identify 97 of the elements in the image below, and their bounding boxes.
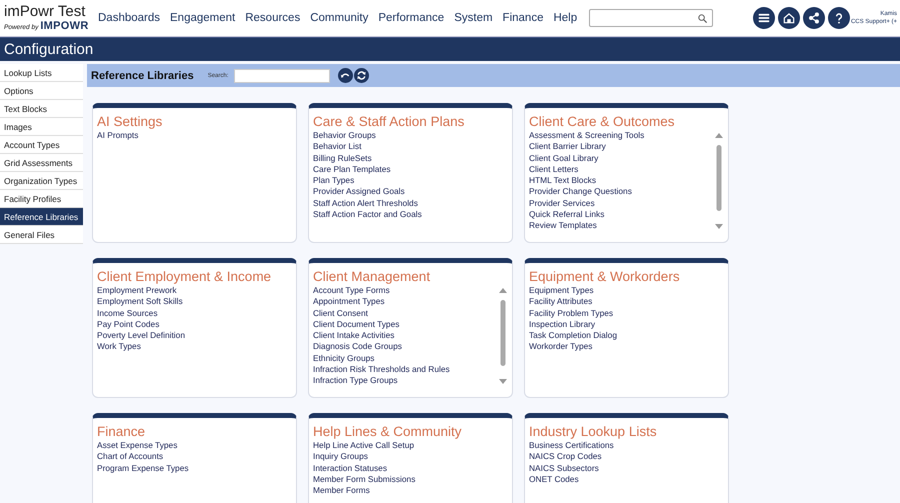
- library-link[interactable]: Member Form Submissions: [313, 474, 508, 486]
- library-link[interactable]: Review Templates: [529, 220, 714, 232]
- card-title: Industry Lookup Lists: [529, 423, 658, 440]
- scrollbar[interactable]: [498, 287, 508, 385]
- scrollbar[interactable]: [714, 132, 724, 230]
- library-link[interactable]: Income Sources: [97, 308, 292, 319]
- library-link[interactable]: Plan Types: [313, 175, 508, 186]
- library-link[interactable]: Staff Action Alert Thresholds: [313, 198, 508, 210]
- refresh-button[interactable]: [354, 68, 370, 83]
- sidebar-item[interactable]: Account Types: [0, 136, 83, 154]
- library-link[interactable]: Provider Services: [529, 198, 714, 210]
- search-icon: [697, 12, 708, 24]
- home-button[interactable]: [778, 7, 800, 29]
- nav-link[interactable]: Resources: [245, 12, 300, 24]
- library-link[interactable]: Employment Soft Skills: [97, 296, 292, 308]
- sidebar-item[interactable]: Options: [0, 82, 83, 100]
- library-link[interactable]: Diagnosis Code Groups: [313, 341, 498, 353]
- sidebar-item[interactable]: Reference Libraries: [0, 208, 83, 226]
- library-link[interactable]: Chart of Accounts: [97, 451, 292, 463]
- library-link[interactable]: Client Goal Library: [529, 152, 714, 164]
- library-link[interactable]: Task Completion Dialog: [529, 330, 724, 342]
- library-link[interactable]: Staff Action Factor and Goals: [313, 209, 508, 220]
- library-link[interactable]: Client Barrier Library: [529, 141, 714, 153]
- library-link[interactable]: Program Expense Types: [97, 462, 292, 474]
- library-link[interactable]: Provider Change Questions: [529, 186, 714, 198]
- library-link[interactable]: Client Consent: [313, 308, 498, 319]
- library-link[interactable]: Appointment Types: [313, 296, 498, 308]
- nav-link[interactable]: Engagement: [170, 12, 236, 24]
- card-title: Client Management: [313, 268, 432, 285]
- library-link[interactable]: Workorder Types: [529, 341, 724, 353]
- card-title: Help Lines & Community: [313, 423, 463, 440]
- library-link[interactable]: Facility Problem Types: [529, 308, 724, 319]
- list-button[interactable]: [753, 7, 776, 29]
- card-title: Care & Staff Action Plans: [313, 113, 466, 130]
- library-link[interactable]: Business Certifications: [529, 440, 724, 452]
- library-link[interactable]: Behavior Groups: [313, 130, 508, 142]
- library-link[interactable]: Client Letters: [529, 164, 714, 176]
- library-link[interactable]: ONET Codes: [529, 474, 724, 486]
- app-title: imPowr Test: [4, 4, 86, 20]
- library-link[interactable]: Assessment & Screening Tools: [529, 130, 714, 142]
- search-field[interactable]: [234, 68, 330, 82]
- sidebar-item[interactable]: Organization Types: [0, 172, 83, 190]
- library-link[interactable]: Inquiry Groups: [313, 451, 508, 463]
- library-link[interactable]: Care Plan Templates: [313, 164, 508, 176]
- nav-link[interactable]: Finance: [502, 12, 544, 24]
- library-link[interactable]: NAICS Crop Codes: [529, 451, 724, 463]
- library-link[interactable]: Infraction Risk Thresholds and Rules: [313, 364, 498, 376]
- card-title: Client Employment & Income: [97, 268, 272, 285]
- library-link[interactable]: NAICS Subsectors: [529, 462, 724, 474]
- library-link[interactable]: Inspection Library: [529, 318, 724, 330]
- library-link[interactable]: Interaction Statuses: [313, 462, 508, 474]
- library-link[interactable]: Equipment Types: [529, 285, 724, 296]
- library-link[interactable]: Employment Prework: [97, 285, 292, 296]
- share-button[interactable]: [803, 7, 826, 29]
- library-link[interactable]: Work Types: [97, 341, 292, 353]
- sidebar-item[interactable]: Text Blocks: [0, 100, 83, 118]
- library-link[interactable]: Poverty Level Definition: [97, 330, 292, 342]
- library-link[interactable]: Member Forms: [313, 485, 508, 496]
- card-title: AI Settings: [97, 113, 164, 130]
- library-link[interactable]: Quick Referral Links: [529, 209, 714, 220]
- library-link[interactable]: Client Document Types: [313, 318, 498, 330]
- library-link[interactable]: Behavior List: [313, 141, 508, 153]
- library-link[interactable]: Asset Expense Types: [97, 440, 292, 452]
- card-title: Finance: [97, 423, 146, 440]
- sidebar-item[interactable]: Grid Assessments: [0, 154, 83, 172]
- library-link[interactable]: Ethnicity Groups: [313, 352, 498, 364]
- sidebar-item[interactable]: General Files: [0, 226, 83, 244]
- house-icon: [782, 11, 796, 25]
- library-link[interactable]: Provider Assigned Goals: [313, 186, 508, 198]
- library-link[interactable]: Client Intake Activities: [313, 330, 498, 342]
- page-title: Configuration: [4, 41, 94, 58]
- logo: IMPOWR: [40, 20, 89, 32]
- sidebar-item[interactable]: Facility Profiles: [0, 190, 83, 208]
- section-title: Reference Libraries: [91, 70, 194, 82]
- undo-button[interactable]: [338, 68, 354, 83]
- card-title: Client Care & Outcomes: [529, 113, 676, 130]
- library-link[interactable]: AI Prompts: [97, 130, 292, 142]
- nav-link[interactable]: Performance: [378, 12, 444, 24]
- nav-link[interactable]: Help: [553, 12, 578, 24]
- sidebar-item[interactable]: Lookup Lists: [0, 64, 83, 82]
- library-link[interactable]: Help Line Active Call Setup: [313, 440, 508, 452]
- search-field[interactable]: [589, 9, 714, 27]
- library-link[interactable]: Account Type Forms: [313, 285, 498, 296]
- library-link[interactable]: HTML Text Blocks: [529, 175, 714, 186]
- card-title: Equipment & Workorders: [529, 268, 681, 285]
- nav-link[interactable]: System: [454, 12, 493, 24]
- library-link[interactable]: Facility Attributes: [529, 296, 724, 308]
- nav-link[interactable]: Community: [310, 12, 368, 24]
- help-button[interactable]: [828, 7, 850, 29]
- list-icon: [757, 11, 772, 25]
- share-icon: [807, 11, 822, 25]
- library-link[interactable]: Infraction Type Groups: [313, 375, 498, 387]
- nav-link[interactable]: Dashboards: [98, 12, 160, 24]
- library-link[interactable]: Billing RuleSets: [313, 152, 508, 164]
- refresh-icon: [356, 70, 368, 81]
- sidebar-item[interactable]: Images: [0, 118, 83, 136]
- library-link[interactable]: Pay Point Codes: [97, 318, 292, 330]
